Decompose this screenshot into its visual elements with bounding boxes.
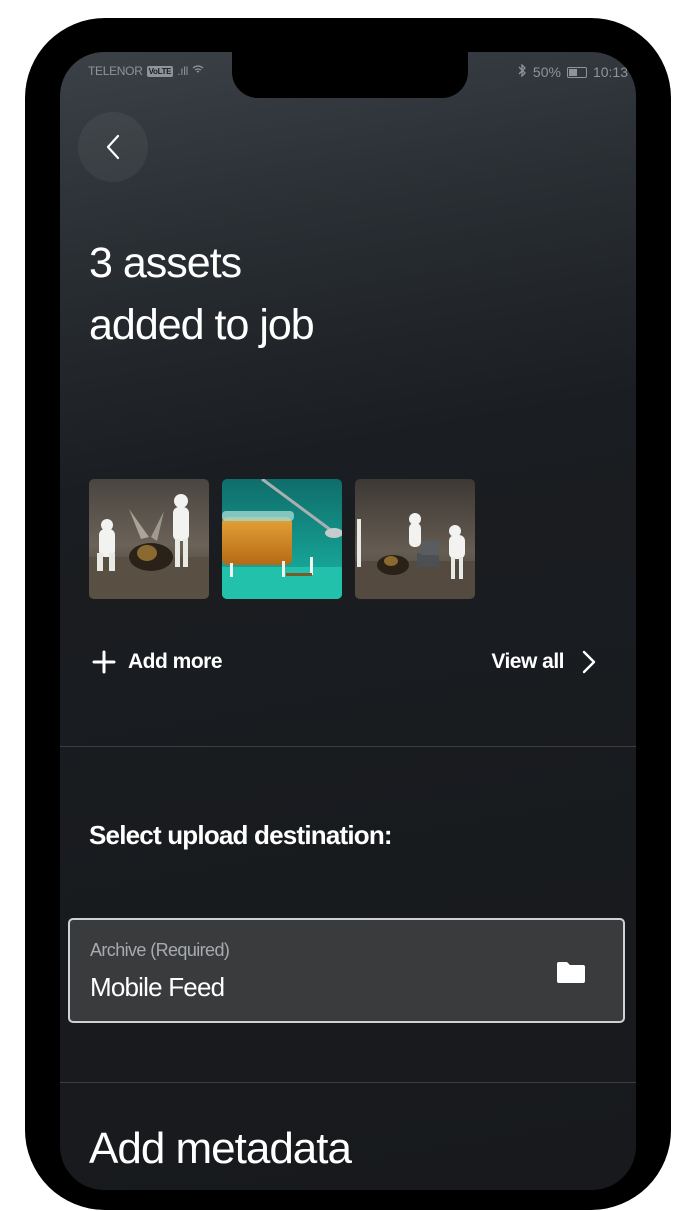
metadata-heading: Add metadata [89, 1124, 352, 1173]
folder-icon [557, 962, 585, 983]
volte-badge: VoLTE [146, 65, 174, 77]
battery-percent: 50% [532, 64, 561, 80]
camera-notch [232, 52, 468, 98]
asset-thumbnails [89, 479, 475, 599]
title-line-2: added to job [89, 301, 315, 349]
upload-destination-heading: Select upload destination: [89, 820, 393, 850]
honey-jar-photo [222, 479, 342, 599]
asset-thumbnail-3[interactable] [355, 479, 475, 599]
asset-thumbnail-2[interactable] [222, 479, 342, 599]
battery-icon [566, 66, 587, 78]
add-more-label: Add more [128, 650, 223, 673]
bee-laptop-photo [355, 479, 475, 599]
archive-destination-field[interactable]: Archive (Required) Mobile Feed [68, 918, 625, 1023]
title-line-1: 3 assets [89, 239, 242, 287]
back-button[interactable] [78, 112, 148, 182]
archive-field-value: Mobile Feed [90, 972, 225, 1002]
clock-time: 10:13 [592, 64, 628, 80]
wifi-icon [192, 64, 204, 78]
signal-icon: .ıll [177, 64, 189, 78]
section-divider [60, 1082, 636, 1083]
view-all-button[interactable]: View all [491, 650, 596, 674]
section-divider [60, 746, 636, 747]
add-more-button[interactable]: Add more [92, 650, 223, 674]
plus-icon [92, 650, 116, 674]
status-right: 50% 10:13 [518, 63, 628, 80]
status-left: TELENOR VoLTE .ıll [88, 64, 204, 78]
page-title: 3 assets added to job [89, 232, 315, 356]
view-all-label: View all [491, 650, 564, 673]
carrier-name: TELENOR [88, 64, 143, 78]
app-screen: TELENOR VoLTE .ıll 50% 10:13 3 assets ad… [60, 52, 636, 1190]
archive-field-label: Archive (Required) [90, 940, 230, 960]
bluetooth-icon [518, 63, 527, 80]
chevron-left-icon [106, 134, 120, 160]
asset-thumbnail-1[interactable] [89, 479, 209, 599]
chevron-right-icon [582, 650, 596, 674]
bee-figurines-photo [89, 479, 209, 599]
